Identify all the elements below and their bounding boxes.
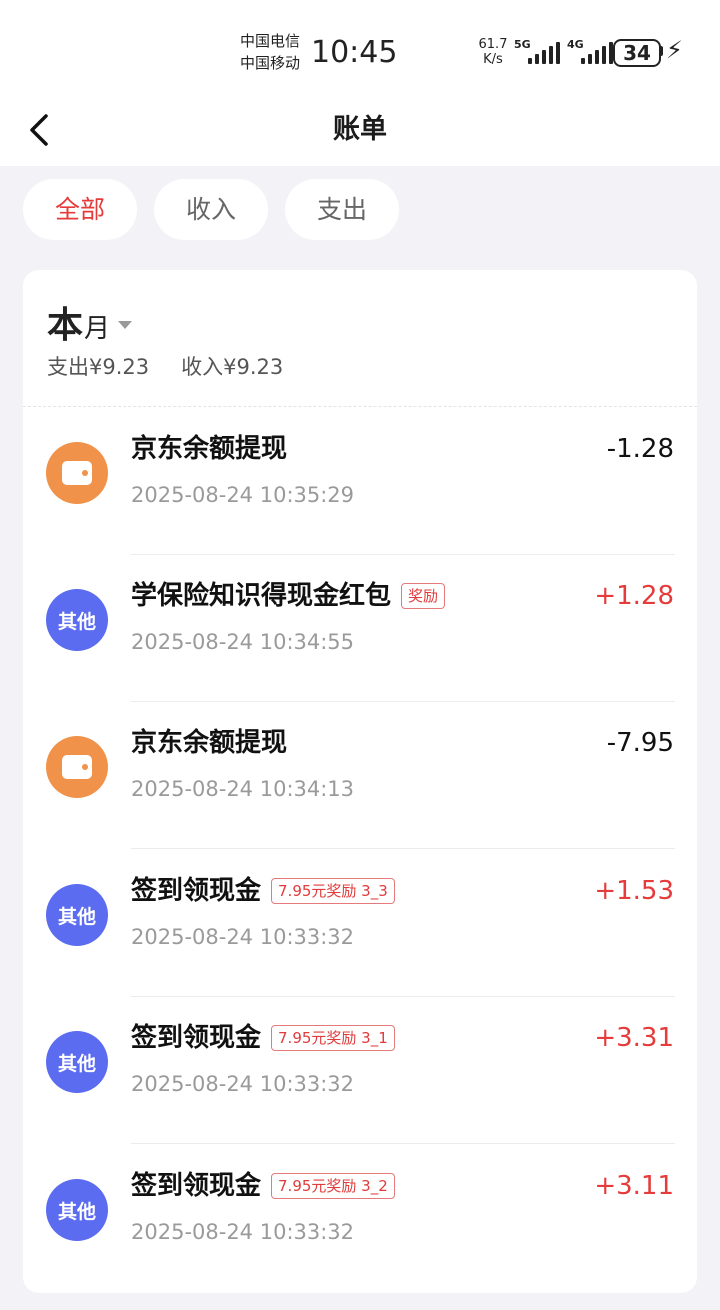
network-speed: 61.7 K/s xyxy=(476,37,510,67)
carrier-names: 中国电信 中国移动 xyxy=(240,30,300,74)
other-category-icon: 其他 xyxy=(46,589,108,651)
net-speed-value: 61.7 xyxy=(478,37,508,52)
transaction-time: 2025-08-24 10:34:13 xyxy=(131,777,355,801)
income-total: 收入¥9.23 xyxy=(181,355,284,379)
other-category-icon: 其他 xyxy=(46,884,108,946)
reward-tag: 7.95元奖励 3_3 xyxy=(271,878,395,904)
reward-tag: 奖励 xyxy=(401,583,446,609)
transaction-amount: +1.53 xyxy=(594,876,674,906)
reward-tag: 7.95元奖励 3_2 xyxy=(271,1173,395,1199)
filter-expense-chip[interactable]: 支出 xyxy=(285,179,399,240)
bill-card: 本 月 支出¥9.23 收入¥9.23 京东余额提现 2025-08-24 10:… xyxy=(23,270,697,1293)
row-divider xyxy=(131,1143,675,1144)
transaction-row[interactable]: 其他 签到领现金 7.95元奖励 3_2 2025-08-24 10:33:32 … xyxy=(23,1145,697,1292)
month-label-small: 月 xyxy=(84,314,111,344)
transaction-title: 签到领现金 7.95元奖励 3_3 xyxy=(131,874,395,908)
transaction-time: 2025-08-24 10:33:32 xyxy=(131,925,355,949)
carrier-bottom: 中国移动 xyxy=(240,54,301,72)
transaction-title: 学保险知识得现金红包 奖励 xyxy=(131,579,446,613)
carrier-top: 中国电信 xyxy=(240,32,301,50)
transaction-title: 签到领现金 7.95元奖励 3_2 xyxy=(131,1169,395,1203)
status-bar: 中国电信 中国移动 10:45 61.7 K/s 5G 4G 34 ⚡ xyxy=(0,0,720,96)
month-totals: 支出¥9.23 收入¥9.23 xyxy=(47,352,283,382)
battery-level: 34 xyxy=(623,41,651,65)
charging-bolt-icon: ⚡ xyxy=(666,36,683,64)
transaction-amount: +1.28 xyxy=(594,581,674,611)
transaction-title: 签到领现金 7.95元奖励 3_1 xyxy=(131,1021,395,1055)
transaction-row[interactable]: 京东余额提现 2025-08-24 10:34:13 -7.95 xyxy=(23,702,697,849)
filter-all-chip[interactable]: 全部 xyxy=(23,179,137,240)
reward-tag: 7.95元奖励 3_1 xyxy=(271,1025,395,1051)
transaction-row[interactable]: 其他 签到领现金 7.95元奖励 3_3 2025-08-24 10:33:32 … xyxy=(23,850,697,997)
transaction-time: 2025-08-24 10:34:55 xyxy=(131,630,355,654)
wallet-icon xyxy=(46,442,108,504)
transaction-row[interactable]: 京东余额提现 2025-08-24 10:35:29 -1.28 xyxy=(23,408,697,555)
transaction-title: 京东余额提现 xyxy=(131,728,288,758)
month-selector[interactable]: 本 月 xyxy=(47,296,133,348)
other-category-icon: 其他 xyxy=(46,1179,108,1241)
transaction-time: 2025-08-24 10:33:32 xyxy=(131,1220,355,1244)
transaction-amount: +3.31 xyxy=(594,1023,674,1053)
transaction-time: 2025-08-24 10:33:32 xyxy=(131,1072,355,1096)
expense-total: 支出¥9.23 xyxy=(47,355,150,379)
row-divider xyxy=(131,848,675,849)
battery-icon: 34 xyxy=(613,39,661,67)
page-title: 账单 xyxy=(333,114,387,145)
transaction-amount: -1.28 xyxy=(606,434,674,464)
caret-down-icon xyxy=(118,321,133,329)
other-category-icon: 其他 xyxy=(46,1031,108,1093)
transaction-time: 2025-08-24 10:35:29 xyxy=(131,483,355,507)
month-label-big: 本 xyxy=(47,305,84,346)
nav-bar: 账单 xyxy=(0,96,720,166)
transaction-title: 京东余额提现 xyxy=(131,434,288,464)
net-speed-unit: K/s xyxy=(483,52,503,67)
transaction-amount: -7.95 xyxy=(606,728,674,758)
transaction-row[interactable]: 其他 签到领现金 7.95元奖励 3_1 2025-08-24 10:33:32 … xyxy=(23,997,697,1144)
status-time: 10:45 xyxy=(311,35,398,70)
header-divider xyxy=(23,406,697,407)
wallet-icon xyxy=(46,736,108,798)
filter-income-chip[interactable]: 收入 xyxy=(154,179,268,240)
transaction-row[interactable]: 其他 学保险知识得现金红包 奖励 2025-08-24 10:34:55 +1.2… xyxy=(23,555,697,702)
battery-tip xyxy=(660,46,663,56)
transaction-amount: +3.11 xyxy=(594,1171,674,1201)
